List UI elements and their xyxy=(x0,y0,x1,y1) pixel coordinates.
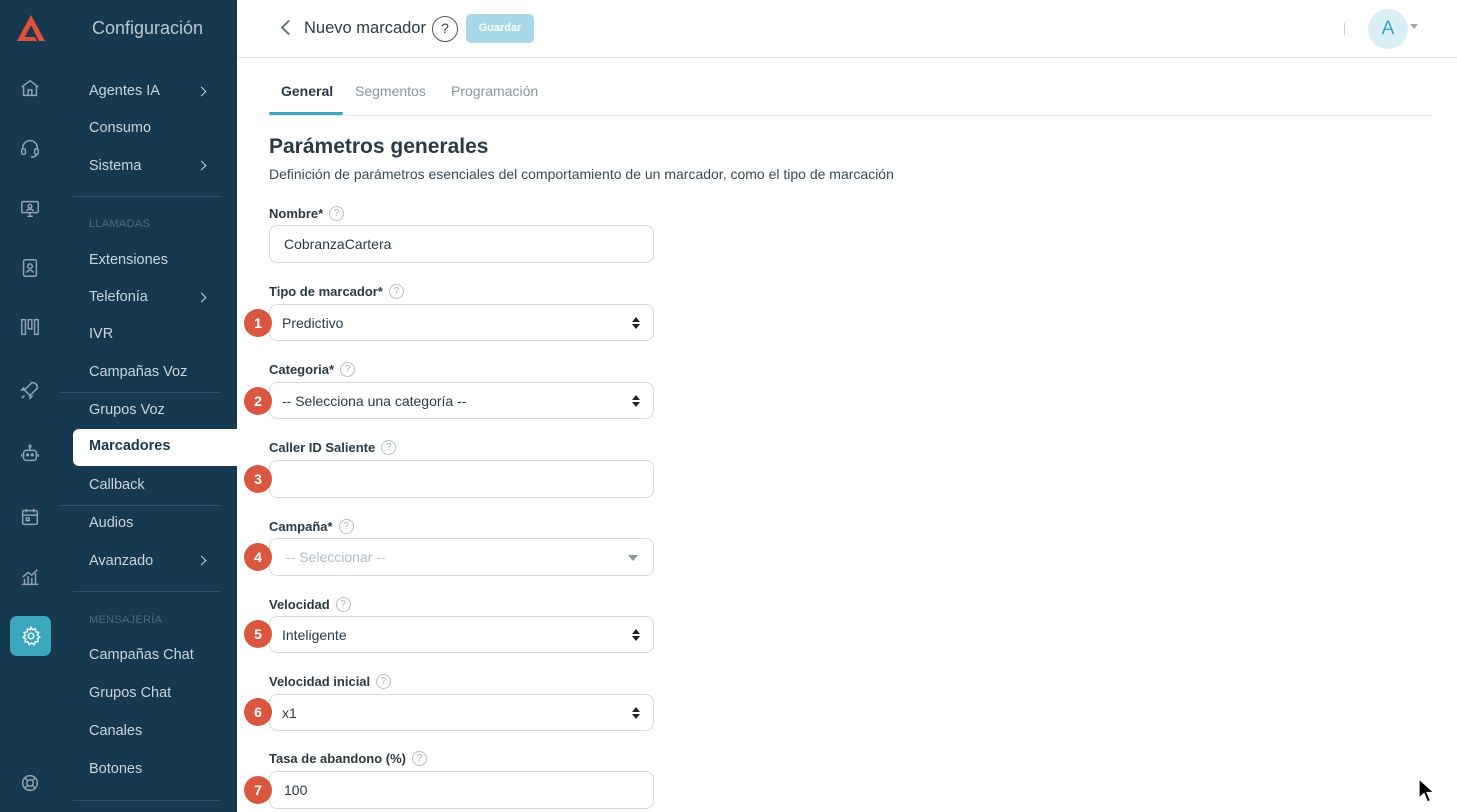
chart-icon[interactable] xyxy=(16,563,44,591)
headset-icon[interactable] xyxy=(16,134,44,162)
step-badge: 2 xyxy=(244,387,272,415)
contacts-icon[interactable] xyxy=(16,254,44,282)
select-arrows-icon xyxy=(632,395,640,408)
chevron-right-icon xyxy=(196,292,207,303)
nombre-label: Nombre*? xyxy=(269,206,345,221)
campana-label: Campaña*? xyxy=(269,519,354,534)
chevron-down-icon[interactable] xyxy=(1410,24,1418,29)
robot-icon[interactable] xyxy=(16,440,44,468)
help-circle-icon[interactable]: ? xyxy=(340,362,356,377)
tab-general[interactable]: General xyxy=(281,83,333,99)
menu-title: Configuración xyxy=(92,18,204,38)
menu-item-botones[interactable]: Botones xyxy=(89,759,142,779)
back-arrow-icon[interactable] xyxy=(280,19,297,36)
caller-id-label: Caller ID Saliente? xyxy=(269,440,397,455)
menu-item-callback[interactable]: Callback xyxy=(89,475,145,495)
tipo-marcador-label: Tipo de marcador*? xyxy=(269,284,404,299)
menu-item-campanas-voz[interactable]: Campañas Voz xyxy=(89,362,187,382)
select-arrows-icon xyxy=(632,317,640,330)
select-arrows-icon xyxy=(632,707,640,720)
help-circle-icon[interactable]: ? xyxy=(388,284,404,299)
save-button[interactable]: Guardar xyxy=(466,14,534,43)
settings-menu: Configuración Agentes IA Consumo Sistema… xyxy=(60,0,237,812)
menu-divider xyxy=(73,800,221,801)
step-badge: 7 xyxy=(244,776,272,804)
tasa-abandono-input[interactable]: 100 xyxy=(269,771,654,809)
menu-item-consumo[interactable]: Consumo xyxy=(89,118,151,138)
monitor-icon[interactable] xyxy=(16,195,44,223)
menu-item-extensiones[interactable]: Extensiones xyxy=(89,250,168,270)
help-circle-icon[interactable]: ? xyxy=(338,519,354,534)
gear-icon[interactable] xyxy=(10,616,51,656)
menu-divider xyxy=(73,591,221,592)
section-mensajeria: MENSAJERÍA xyxy=(89,614,163,626)
page-title: Nuevo marcador xyxy=(304,19,426,37)
help-circle-icon[interactable]: ? xyxy=(335,597,351,612)
velocidad-label: Velocidad? xyxy=(269,597,351,612)
home-icon[interactable] xyxy=(16,74,44,102)
select-arrows-icon xyxy=(632,629,640,642)
tasa-abandono-label: Tasa de abandono (%)? xyxy=(269,751,427,766)
step-badge: 4 xyxy=(244,543,272,571)
section-llamadas: LLAMADAS xyxy=(89,218,151,230)
mouse-cursor-icon xyxy=(1418,778,1436,803)
menu-item-audios[interactable]: Audios xyxy=(89,513,133,533)
calendar-icon[interactable] xyxy=(16,503,44,531)
categoria-select[interactable]: -- Selecciona una categoría -- xyxy=(269,382,654,419)
rocket-icon[interactable] xyxy=(16,376,44,404)
menu-divider xyxy=(60,392,221,393)
campana-dropdown[interactable]: -- Seleccionar -- xyxy=(269,538,654,576)
velocidad-select[interactable]: Inteligente xyxy=(269,616,654,653)
menu-item-agentes-ia[interactable]: Agentes IA xyxy=(89,81,160,101)
help-circle-icon[interactable]: ? xyxy=(376,674,392,689)
menu-item-ivr[interactable]: IVR xyxy=(89,324,113,344)
chevron-down-icon xyxy=(628,555,638,561)
app-logo-icon[interactable] xyxy=(15,13,47,43)
columns-icon[interactable] xyxy=(16,313,44,341)
chevron-right-icon xyxy=(196,86,207,97)
velocidad-inicial-select[interactable]: x1 xyxy=(269,694,654,731)
chevron-right-icon xyxy=(196,160,207,171)
help-circle-icon[interactable]: ? xyxy=(381,440,397,455)
menu-item-marcadores[interactable]: Marcadores xyxy=(73,429,237,466)
velocidad-inicial-label: Velocidad inicial? xyxy=(269,674,392,689)
step-badge: 6 xyxy=(244,698,272,726)
menu-item-telefonia[interactable]: Telefonía xyxy=(89,287,148,307)
step-badge: 3 xyxy=(244,465,272,493)
menu-divider xyxy=(73,196,221,197)
section-title: Parámetros generales xyxy=(269,135,489,158)
page-header: Nuevo marcador ? Guardar A xyxy=(237,0,1457,58)
nombre-input[interactable]: CobranzaCartera xyxy=(269,225,654,263)
help-circle-icon[interactable]: ? xyxy=(412,751,427,766)
tab-programacion[interactable]: Programación xyxy=(451,83,538,99)
avatar[interactable]: A xyxy=(1368,9,1408,49)
step-badge: 5 xyxy=(244,620,272,648)
menu-item-avanzado[interactable]: Avanzado xyxy=(89,551,153,571)
icon-rail xyxy=(0,0,60,812)
menu-item-campanas-chat[interactable]: Campañas Chat xyxy=(89,645,194,665)
menu-item-grupos-chat[interactable]: Grupos Chat xyxy=(89,683,171,703)
active-tab-indicator xyxy=(269,112,343,115)
tab-bar: General Segmentos Programación xyxy=(269,82,1433,116)
header-separator xyxy=(1344,23,1345,35)
help-circle-icon[interactable]: ? xyxy=(329,206,345,221)
section-description: Definición de parámetros esenciales del … xyxy=(269,166,894,182)
caller-id-input[interactable] xyxy=(269,460,654,498)
help-button[interactable]: ? xyxy=(432,16,458,42)
menu-item-canales[interactable]: Canales xyxy=(89,721,142,741)
menu-divider xyxy=(60,505,221,506)
step-badge: 1 xyxy=(244,309,272,337)
menu-item-grupos-voz[interactable]: Grupos Voz xyxy=(89,400,165,420)
chevron-right-icon xyxy=(196,555,207,566)
menu-item-sistema[interactable]: Sistema xyxy=(89,156,141,176)
categoria-label: Categoria*? xyxy=(269,362,356,377)
tab-segmentos[interactable]: Segmentos xyxy=(355,83,426,99)
tipo-marcador-select[interactable]: Predictivo xyxy=(269,304,654,341)
support-icon[interactable] xyxy=(16,769,44,797)
